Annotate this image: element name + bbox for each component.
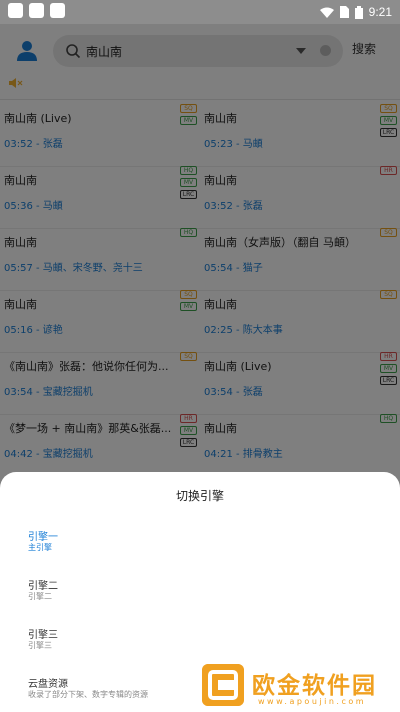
watermark-logo: 欧金软件园 www.apoujin.com [202,664,398,710]
engine-option-3[interactable]: 引擎三 引擎三 [28,626,368,666]
status-bar: 9:21 [0,0,400,24]
engine-desc: 主引擎 [28,543,52,552]
engine-option-2[interactable]: 引擎二 引擎二 [28,577,368,617]
notification-icon [50,3,65,18]
watermark-icon [202,664,244,706]
engine-name: 引擎一 [28,532,58,543]
engine-name: 引擎三 [28,630,58,641]
battery-icon [354,5,363,19]
sheet-title: 切换引擎 [175,489,224,503]
notification-icon [29,3,44,18]
engine-desc: 引擎三 [28,641,52,650]
engine-name: 云盘资源 [28,679,68,690]
engine-desc: 引擎二 [28,592,52,601]
sim-icon [339,6,349,18]
status-time: 9:21 [368,5,392,19]
engine-desc: 收录了部分下架、数字专辑的资源 [28,690,148,699]
notification-icon [8,3,23,18]
wifi-icon [319,7,334,18]
watermark-text: 欧金软件园 [252,673,377,699]
engine-name: 引擎二 [28,581,58,592]
engine-option-1[interactable]: 引擎一 主引擎 [28,528,368,568]
watermark-url: www.apoujin.com [258,697,367,706]
